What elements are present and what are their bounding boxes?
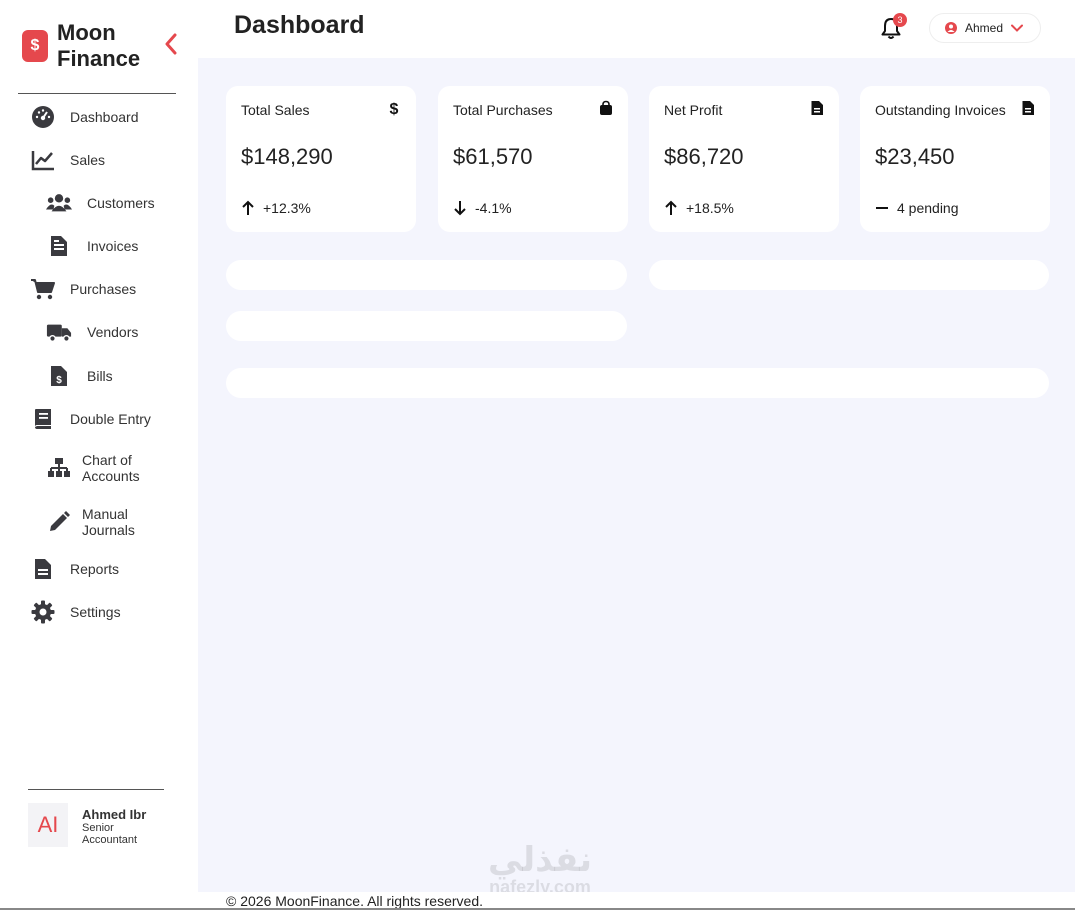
sidebar-item-reports[interactable]: Reports: [0, 552, 198, 586]
report-file-icon: [30, 556, 56, 582]
sidebar-item-label: Invoices: [87, 238, 139, 254]
arrow-up-icon: [664, 200, 680, 216]
card-change: +12.3%: [241, 200, 311, 216]
user-divider: [28, 789, 164, 790]
minus-icon: [875, 200, 891, 216]
card-change-text: +12.3%: [263, 200, 311, 216]
card-title: Net Profit: [664, 102, 723, 118]
dollar-icon: $: [390, 101, 399, 116]
truck-icon: [46, 319, 72, 345]
card-change: -4.1%: [453, 200, 512, 216]
user-info: Ahmed Ibr Senior Accountant: [82, 803, 152, 847]
user-menu-label: Ahmed: [965, 21, 1004, 35]
file-icon: [811, 101, 823, 115]
chevron-down-icon: [1011, 24, 1024, 32]
footer-text: © 2026 MoonFinance. All rights reserved.: [226, 893, 484, 909]
loading-placeholder: [649, 260, 1049, 290]
user-name: Ahmed Ibr: [82, 807, 147, 822]
notifications-button[interactable]: 3: [880, 13, 907, 40]
users-icon: [46, 190, 72, 216]
book-icon: [30, 406, 56, 432]
brand-logo-glyph: $: [30, 37, 40, 54]
card-change: 4 pending: [875, 200, 959, 216]
sidebar-item-label: Vendors: [87, 324, 139, 340]
arrow-down-icon: [453, 200, 469, 216]
user-role: Senior Accountant: [82, 822, 138, 846]
sidebar-item-label: Dashboard: [70, 109, 139, 125]
sidebar: $ Moon Finance Dashboard Sales Customers…: [0, 0, 198, 910]
loading-placeholder: [226, 311, 627, 341]
stat-card-outstanding-invoices[interactable]: Outstanding Invoices $23,450 4 pending: [860, 86, 1050, 232]
sidebar-item-label: Customers: [87, 195, 155, 211]
card-title: Total Sales: [241, 102, 310, 118]
sidebar-item-customers[interactable]: Customers: [0, 186, 198, 220]
sidebar-item-settings[interactable]: Settings: [0, 595, 198, 629]
card-change-text: 4 pending: [897, 200, 959, 216]
card-title: Outstanding Invoices: [875, 102, 1006, 118]
sidebar-item-label: Settings: [70, 604, 121, 620]
svg-text:$: $: [390, 101, 399, 116]
file-icon: [1022, 101, 1034, 115]
bill-file-icon: $: [46, 363, 72, 389]
svg-text:$: $: [56, 375, 62, 386]
page-title: Dashboard: [234, 11, 365, 39]
card-change-text: +18.5%: [686, 200, 734, 216]
card-value: $23,450: [875, 144, 955, 169]
invoice-file-icon: [46, 233, 72, 259]
dashboard-gauge-icon: [30, 104, 56, 130]
sidebar-item-manual-journals[interactable]: Manual Journals: [0, 504, 198, 540]
sidebar-item-bills[interactable]: $ Bills: [0, 359, 198, 393]
card-value: $86,720: [664, 144, 744, 169]
sidebar-item-sales[interactable]: Sales: [0, 143, 198, 177]
sidebar-divider: [18, 93, 176, 94]
pencil-icon: [46, 509, 72, 535]
card-value: $61,570: [453, 144, 533, 169]
watermark-arabic: نفذلي: [487, 841, 593, 879]
card-value: $148,290: [241, 144, 333, 169]
brand[interactable]: $ Moon Finance: [22, 20, 147, 72]
sidebar-item-invoices[interactable]: Invoices: [0, 229, 198, 263]
user-circle-icon: [945, 22, 957, 34]
card-change-text: -4.1%: [475, 200, 512, 216]
sidebar-item-double-entry[interactable]: Double Entry: [0, 402, 198, 436]
line-chart-icon: [30, 147, 56, 173]
notification-count-badge: 3: [893, 13, 907, 27]
sidebar-item-vendors[interactable]: Vendors: [0, 315, 198, 349]
user-menu-dropdown[interactable]: Ahmed: [929, 13, 1041, 43]
sidebar-item-label: Chart of Accounts: [82, 452, 140, 484]
main-content: Total Sales $ $148,290 +12.3% Total Purc…: [198, 58, 1075, 892]
sidebar-item-label: Manual Journals: [82, 506, 135, 538]
sidebar-item-dashboard[interactable]: Dashboard: [0, 100, 198, 134]
gear-icon: [30, 599, 56, 625]
sidebar-user-card[interactable]: AI Ahmed Ibr Senior Accountant: [28, 803, 152, 847]
sidebar-item-label: Bills: [87, 368, 113, 384]
stat-card-net-profit[interactable]: Net Profit $86,720 +18.5%: [649, 86, 839, 232]
card-change: +18.5%: [664, 200, 734, 216]
arrow-up-icon: [241, 200, 257, 216]
shopping-bag-icon: [600, 100, 612, 115]
card-title: Total Purchases: [453, 102, 553, 118]
sidebar-item-label: Purchases: [70, 281, 137, 297]
sidebar-item-purchases[interactable]: Purchases: [0, 272, 198, 306]
stat-card-total-purchases[interactable]: Total Purchases $61,570 -4.1%: [438, 86, 628, 232]
sidebar-item-label: Double Entry: [70, 411, 151, 427]
sitemap-icon: [46, 455, 72, 481]
chevron-left-icon: [165, 33, 177, 55]
loading-placeholder: [226, 260, 627, 290]
loading-placeholder: [226, 368, 1049, 398]
topbar: Dashboard 3 Ahmed: [198, 0, 1075, 58]
stat-card-total-sales[interactable]: Total Sales $ $148,290 +12.3%: [226, 86, 416, 232]
sidebar-item-chart-of-accounts[interactable]: Chart of Accounts: [0, 450, 198, 486]
brand-name: Moon Finance: [57, 20, 141, 71]
brand-logo-icon: $: [22, 30, 48, 62]
avatar: AI: [28, 803, 68, 847]
watermark: نفذلي nafezly.com: [470, 842, 610, 896]
sidebar-item-label: Reports: [70, 561, 120, 577]
collapse-sidebar-button[interactable]: [160, 30, 182, 58]
sidebar-item-label: Sales: [70, 152, 106, 168]
cart-icon: [30, 276, 56, 302]
